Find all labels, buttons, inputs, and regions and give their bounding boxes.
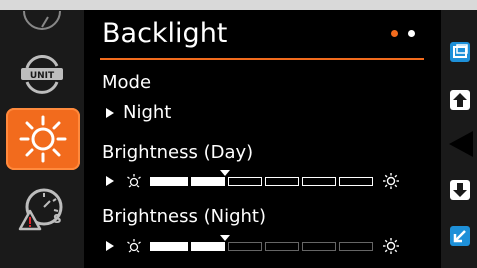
play-arrow-icon — [106, 241, 114, 251]
dim-sun-icon — [127, 239, 141, 253]
title-divider — [100, 58, 424, 60]
brightness-day-label: Brightness (Day) — [102, 142, 254, 163]
window-button[interactable] — [447, 40, 473, 64]
brightness-segment — [302, 176, 336, 186]
brightness-segment — [339, 241, 373, 251]
rail-item-gauge[interactable] — [10, 4, 74, 36]
rail-item-warning[interactable]: S — [10, 182, 74, 236]
brightness-day-bar — [150, 169, 376, 186]
window-icon — [450, 42, 470, 62]
page-indicator — [391, 30, 415, 37]
unit-text: UNIT — [30, 71, 55, 81]
dim-sun-icon — [127, 174, 141, 188]
rail-item-backlight[interactable] — [6, 108, 80, 170]
brightness-night-slider[interactable] — [106, 234, 400, 255]
rail-item-unit[interactable]: UNIT — [10, 48, 74, 100]
brightness-segment — [228, 241, 262, 251]
mode-selector[interactable]: Night — [106, 102, 171, 123]
left-arrow-icon — [449, 131, 473, 157]
down-button[interactable] — [447, 178, 473, 202]
right-button-rail — [441, 10, 477, 268]
back-icon — [450, 226, 470, 246]
left-button[interactable] — [447, 131, 473, 157]
backlight-settings-panel: Backlight Mode Night Brightness (Day) Br… — [84, 10, 441, 268]
up-button[interactable] — [447, 88, 473, 112]
brightness-segment — [265, 241, 299, 251]
back-button[interactable] — [447, 224, 473, 248]
mode-label: Mode — [102, 72, 152, 93]
brightness-night-label: Brightness (Night) — [102, 206, 267, 227]
level-marker — [220, 169, 230, 176]
brightness-segment — [265, 176, 299, 186]
warning-gauge-icon: S — [18, 188, 63, 231]
brightness-segment — [228, 176, 262, 186]
down-arrow-icon — [450, 180, 470, 200]
brightness-segment — [150, 176, 188, 186]
page-dot — [408, 30, 415, 37]
up-arrow-icon — [450, 90, 470, 110]
bright-sun-icon — [383, 238, 399, 254]
brightness-segment — [150, 241, 188, 251]
brightness-night-bar — [150, 234, 376, 251]
svg-text:S: S — [53, 212, 62, 226]
brightness-day-slider[interactable] — [106, 169, 400, 190]
left-nav-rail: UNIT S — [0, 10, 84, 268]
brightness-segment — [302, 241, 336, 251]
bright-sun-icon — [383, 173, 399, 189]
gauge-partial-icon — [23, 10, 61, 30]
page-dot-active — [391, 30, 398, 37]
brightness-segment — [191, 176, 225, 186]
play-arrow-icon — [106, 176, 114, 186]
mode-value: Night — [123, 102, 172, 123]
play-arrow-icon — [106, 107, 114, 118]
brightness-segment — [191, 241, 225, 251]
unit-sync-icon: UNIT — [21, 55, 63, 94]
page-title: Backlight — [102, 18, 228, 49]
sun-icon — [19, 115, 67, 163]
brightness-segment — [339, 176, 373, 186]
level-marker — [220, 234, 230, 241]
